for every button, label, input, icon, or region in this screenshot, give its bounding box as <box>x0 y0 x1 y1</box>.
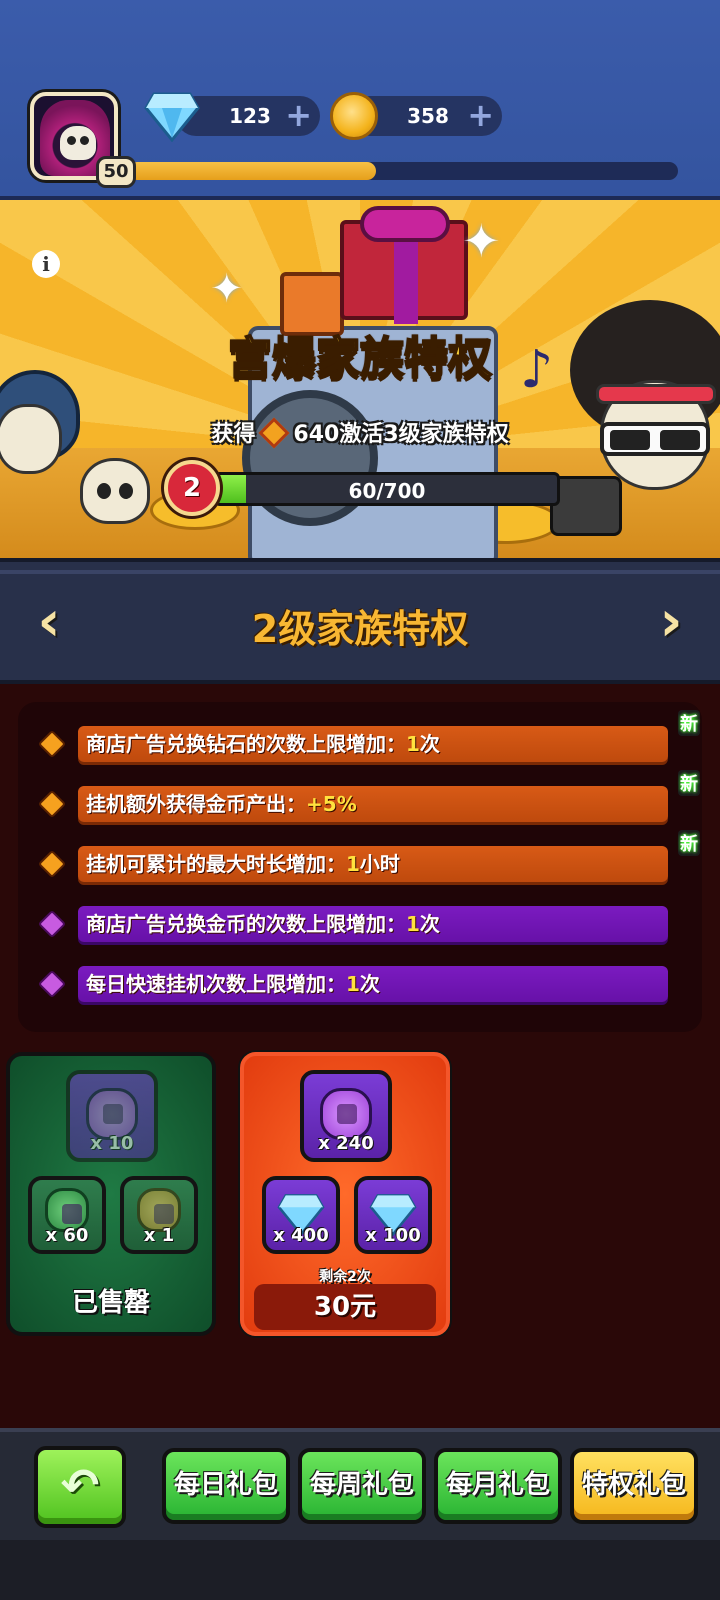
info-icon[interactable]: i <box>32 250 60 278</box>
item-quantity: x 100 <box>365 1225 421 1246</box>
privilege-row: 商店广告兑换金币的次数上限增加：1次 <box>37 904 702 944</box>
new-tag: 新 <box>678 830 700 856</box>
privilege-text: 挂机可累计的最大时长增加：1小时 <box>78 846 668 882</box>
obtain-prefix: 获得 <box>211 422 256 447</box>
price-button[interactable]: 30元 <box>254 1284 436 1330</box>
privilege-text: 挂机额外获得金币产出：+5% <box>78 786 668 822</box>
tab-privilege-pack[interactable]: 特权礼包 <box>570 1448 698 1524</box>
pack-item: x 60 <box>28 1176 106 1254</box>
back-arrow-icon[interactable]: ↶ <box>34 1446 126 1528</box>
sold-out-pack[interactable]: x 10 x 60 x 1 已售罄 <box>6 1052 216 1336</box>
pack-item: x 1 <box>120 1176 198 1254</box>
small-skull-icon <box>80 458 150 524</box>
item-quantity: x 400 <box>273 1225 329 1246</box>
tab-daily-pack[interactable]: 每日礼包 <box>162 1448 290 1524</box>
player-level-badge: 50 <box>96 156 136 188</box>
banner-title: 宫爆家族特权 <box>227 332 493 385</box>
next-level-arrow-icon[interactable]: › <box>646 592 696 652</box>
level-selector: ‹ 2级家族特权 › <box>0 558 720 684</box>
pack-item: x 10 <box>66 1070 158 1162</box>
pack-item: x 100 <box>354 1176 432 1254</box>
pack-item: x 240 <box>300 1070 392 1162</box>
top-bar: 50 123 + 358 + <box>0 0 720 200</box>
family-progress-bar: 60/700 <box>214 472 560 506</box>
level-title: 2级家族特权 <box>251 607 469 651</box>
family-progress-text: 60/700 <box>348 479 426 503</box>
tab-monthly-pack[interactable]: 每月礼包 <box>434 1448 562 1524</box>
privilege-row: 挂机可累计的最大时长增加：1小时 新 <box>37 830 702 884</box>
add-coins-button[interactable]: + <box>467 98 494 132</box>
tab-weekly-pack[interactable]: 每周礼包 <box>298 1448 426 1524</box>
sparkle-icon: ✦ <box>210 266 244 312</box>
privilege-purchase-pack[interactable]: x 240 x 400 x 100 剩余2次 30元 <box>240 1052 450 1336</box>
remaining-purchases: 剩余2次 <box>319 1269 371 1285</box>
pack-item: x 400 <box>262 1176 340 1254</box>
sold-out-label: 已售罄 <box>71 1288 150 1318</box>
orange-diamond-bullet-icon <box>37 849 67 879</box>
knight-skeleton-character <box>0 370 90 558</box>
orange-diamond-bullet-icon <box>37 729 67 759</box>
privilege-text: 每日快速挂机次数上限增加：1次 <box>78 966 668 1002</box>
item-quantity: x 60 <box>45 1225 89 1246</box>
new-tag: 新 <box>678 770 700 796</box>
headband <box>596 384 716 404</box>
purple-diamond-bullet-icon <box>37 969 67 999</box>
boombox-icon <box>550 476 622 536</box>
diamond-icon <box>144 92 200 142</box>
system-bar <box>0 1540 720 1600</box>
obtain-requirement: 640激活3级家族特权 <box>293 422 509 447</box>
add-diamonds-button[interactable]: + <box>285 98 312 132</box>
privilege-row: 每日快速挂机次数上限增加：1次 <box>37 964 702 1004</box>
avatar-skull-icon <box>60 126 96 160</box>
xp-progress-bar <box>128 162 678 180</box>
item-quantity: x 10 <box>90 1133 134 1154</box>
coin-icon <box>330 92 378 140</box>
privilege-row: 挂机额外获得金币产出：+5% 新 <box>37 770 702 824</box>
new-tag: 新 <box>678 710 700 736</box>
coin-amount: 358 <box>407 104 449 128</box>
orange-diamond-bullet-icon <box>37 789 67 819</box>
purple-diamond-bullet-icon <box>37 909 67 939</box>
sparkle-icon: ✦ <box>462 214 501 268</box>
current-family-level-badge: 2 <box>164 460 220 516</box>
banner-obtain-text: 获得 640激活3级家族特权 <box>0 416 720 449</box>
diamond-amount: 123 <box>229 104 271 128</box>
gift-bow-icon <box>360 206 450 242</box>
privilege-list: 商店广告兑换钻石的次数上限增加：1次 新 挂机额外获得金币产出：+5% 新 挂机… <box>18 702 702 1032</box>
bottom-navigation: ↶ 每日礼包 每周礼包 每月礼包 特权礼包 <box>0 1428 720 1540</box>
item-quantity: x 1 <box>143 1225 175 1246</box>
privilege-text: 商店广告兑换钻石的次数上限增加：1次 <box>78 726 668 762</box>
orange-diamond-icon <box>258 417 290 449</box>
privilege-row: 商店广告兑换钻石的次数上限增加：1次 新 <box>37 710 702 764</box>
item-quantity: x 240 <box>318 1133 374 1154</box>
privilege-text: 商店广告兑换金币的次数上限增加：1次 <box>78 906 668 942</box>
xp-progress-fill <box>128 162 376 180</box>
